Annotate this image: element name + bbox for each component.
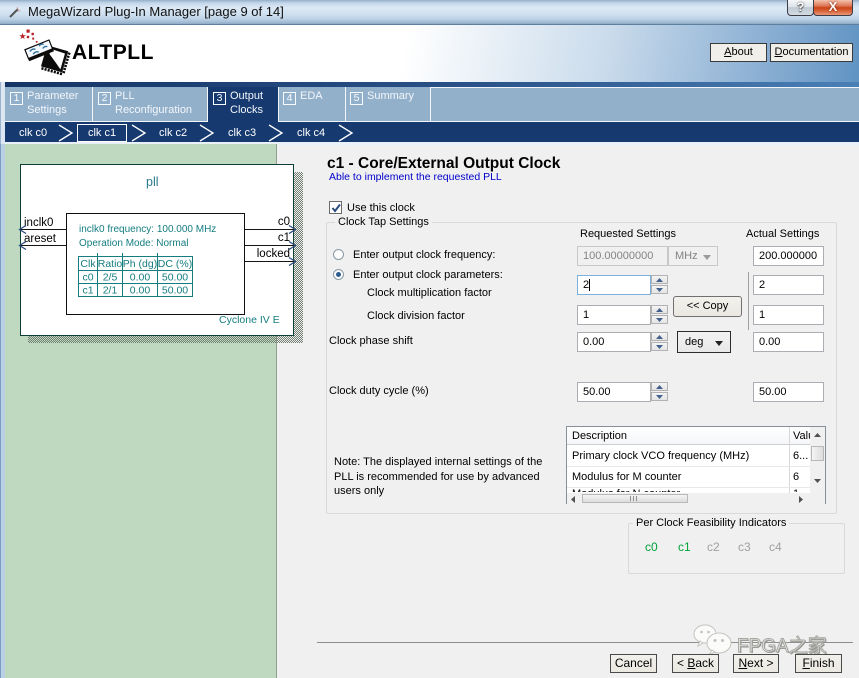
svg-text:DC (%): DC (%) [158, 258, 192, 270]
svg-text:50.00: 50.00 [162, 271, 188, 283]
svg-text:Clk: Clk [80, 258, 96, 270]
svg-text:0.00: 0.00 [130, 284, 151, 296]
svg-text:2/5: 2/5 [103, 271, 118, 283]
svg-text:c0: c0 [82, 271, 93, 283]
svg-text:c1: c1 [82, 284, 93, 296]
svg-text:Ph (dg): Ph (dg) [123, 258, 157, 270]
svg-text:Ratio: Ratio [98, 258, 123, 270]
svg-text:2/1: 2/1 [103, 284, 118, 296]
svg-text:0.00: 0.00 [130, 271, 151, 283]
svg-text:50.00: 50.00 [162, 284, 188, 296]
